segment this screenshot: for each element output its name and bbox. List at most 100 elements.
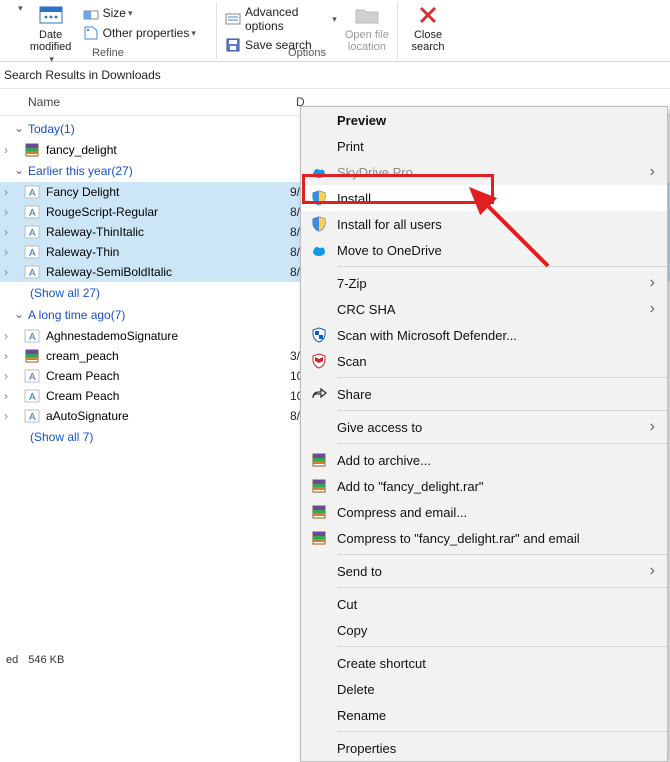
chevron-down-icon: ⌄	[14, 307, 26, 321]
rar-icon	[309, 478, 329, 494]
ribbon-group-refine: Refine	[4, 45, 212, 59]
menu-item: SkyDrive Pro›	[301, 159, 667, 185]
menu-item[interactable]: Share	[301, 381, 667, 407]
close-icon	[414, 3, 442, 27]
blank-icon	[309, 681, 329, 697]
font-icon: A	[24, 244, 40, 260]
menu-item-label: Properties	[337, 741, 655, 756]
menu-item-label: Create shortcut	[337, 656, 655, 671]
rar-icon	[309, 504, 329, 520]
menu-item[interactable]: Send to›	[301, 558, 667, 584]
menu-item-label: Copy	[337, 623, 655, 638]
font-icon: A	[24, 328, 40, 344]
menu-item-label: Cut	[337, 597, 655, 612]
menu-item[interactable]: Copy	[301, 617, 667, 643]
expand-icon[interactable]: ›	[0, 329, 14, 343]
submenu-arrow-icon: ›	[650, 300, 655, 318]
menu-item[interactable]: Create shortcut	[301, 650, 667, 676]
font-icon: A	[24, 184, 40, 200]
menu-item-label: Scan with Microsoft Defender...	[337, 328, 655, 343]
group-title: Earlier this year	[28, 164, 111, 178]
menu-item[interactable]: Compress and email...	[301, 499, 667, 525]
menu-item-label: 7-Zip	[337, 276, 650, 291]
svg-text:A: A	[29, 188, 36, 199]
file-name: AghnestademoSignature	[46, 329, 290, 343]
expand-icon[interactable]: ›	[0, 349, 14, 363]
column-name[interactable]: Name	[0, 89, 290, 115]
menu-item[interactable]: Add to archive...	[301, 447, 667, 473]
file-name: fancy_delight	[46, 143, 290, 157]
ribbon-group-options: Options	[221, 45, 393, 59]
submenu-arrow-icon: ›	[650, 274, 655, 292]
menu-item[interactable]: Scan with Microsoft Defender...	[301, 322, 667, 348]
status-bar: ed 546 KB	[0, 650, 74, 670]
breadcrumb[interactable]: Search Results in Downloads	[0, 62, 670, 89]
font-icon: A	[24, 204, 40, 220]
group-count: (7)	[111, 308, 126, 322]
expand-icon[interactable]: ›	[0, 143, 14, 157]
menu-separator	[337, 731, 667, 732]
svg-text:A: A	[29, 268, 36, 279]
menu-item[interactable]: Install for all users	[301, 211, 667, 237]
menu-item[interactable]: Preview	[301, 107, 667, 133]
file-name: RougeScript-Regular	[46, 205, 290, 219]
font-icon: A	[24, 224, 40, 240]
blank-icon	[309, 138, 329, 154]
chevron-down-icon: ⌄	[14, 121, 26, 135]
menu-item-label: Compress and email...	[337, 505, 655, 520]
size-button[interactable]: Size▾	[79, 3, 200, 23]
blank-icon	[309, 301, 329, 317]
menu-item-label: Add to "fancy_delight.rar"	[337, 479, 655, 494]
context-menu: PreviewPrintSkyDrive Pro› Install Install …	[300, 106, 668, 762]
expand-icon[interactable]: ›	[0, 205, 14, 219]
menu-separator	[337, 410, 667, 411]
file-name: Raleway-ThinItalic	[46, 225, 290, 239]
expand-icon[interactable]: ›	[0, 185, 14, 199]
menu-item[interactable]: Properties	[301, 735, 667, 761]
menu-item[interactable]: Move to OneDrive	[301, 237, 667, 263]
blank-icon	[309, 275, 329, 291]
expand-icon[interactable]: ›	[0, 389, 14, 403]
shield-icon	[309, 190, 329, 206]
blank-icon	[309, 563, 329, 579]
menu-item[interactable]: Give access to›	[301, 414, 667, 440]
svg-text:A: A	[29, 372, 36, 383]
status-size: 546 KB	[28, 654, 64, 666]
menu-item[interactable]: Print	[301, 133, 667, 159]
menu-item[interactable]: Add to "fancy_delight.rar"	[301, 473, 667, 499]
menu-item[interactable]: Scan	[301, 348, 667, 374]
font-icon: A	[24, 264, 40, 280]
submenu-arrow-icon: ›	[650, 562, 655, 580]
group-count: (27)	[111, 164, 132, 178]
blank-icon	[309, 596, 329, 612]
menu-separator	[337, 377, 667, 378]
cloud-blue-icon	[309, 242, 329, 258]
menu-item[interactable]: Rename	[301, 702, 667, 728]
expand-icon[interactable]: ›	[0, 245, 14, 259]
menu-item[interactable]: Install	[301, 185, 667, 211]
font-icon: A	[24, 408, 40, 424]
menu-item[interactable]: Compress to "fancy_delight.rar" and emai…	[301, 525, 667, 551]
options-icon	[225, 11, 241, 27]
menu-item-label: Install	[337, 191, 655, 206]
tag-icon	[83, 25, 99, 41]
submenu-arrow-icon: ›	[650, 418, 655, 436]
blank-icon	[309, 655, 329, 671]
shield-icon	[309, 216, 329, 232]
menu-item-label: Share	[337, 387, 655, 402]
menu-item[interactable]: Delete	[301, 676, 667, 702]
other-properties-button[interactable]: Other properties▾	[79, 23, 200, 43]
menu-item[interactable]: 7-Zip›	[301, 270, 667, 296]
status-selected: ed	[6, 654, 18, 666]
menu-item[interactable]: CRC SHA›	[301, 296, 667, 322]
expand-icon[interactable]: ›	[0, 369, 14, 383]
menu-item[interactable]: Cut	[301, 591, 667, 617]
advanced-options-button[interactable]: Advanced options▾	[221, 3, 341, 35]
file-name: Cream Peach	[46, 389, 290, 403]
menu-item-label: Add to archive...	[337, 453, 655, 468]
svg-text:A: A	[29, 332, 36, 343]
expand-icon[interactable]: ›	[0, 409, 14, 423]
expand-icon[interactable]: ›	[0, 265, 14, 279]
expand-icon[interactable]: ›	[0, 225, 14, 239]
file-name: cream_peach	[46, 349, 290, 363]
